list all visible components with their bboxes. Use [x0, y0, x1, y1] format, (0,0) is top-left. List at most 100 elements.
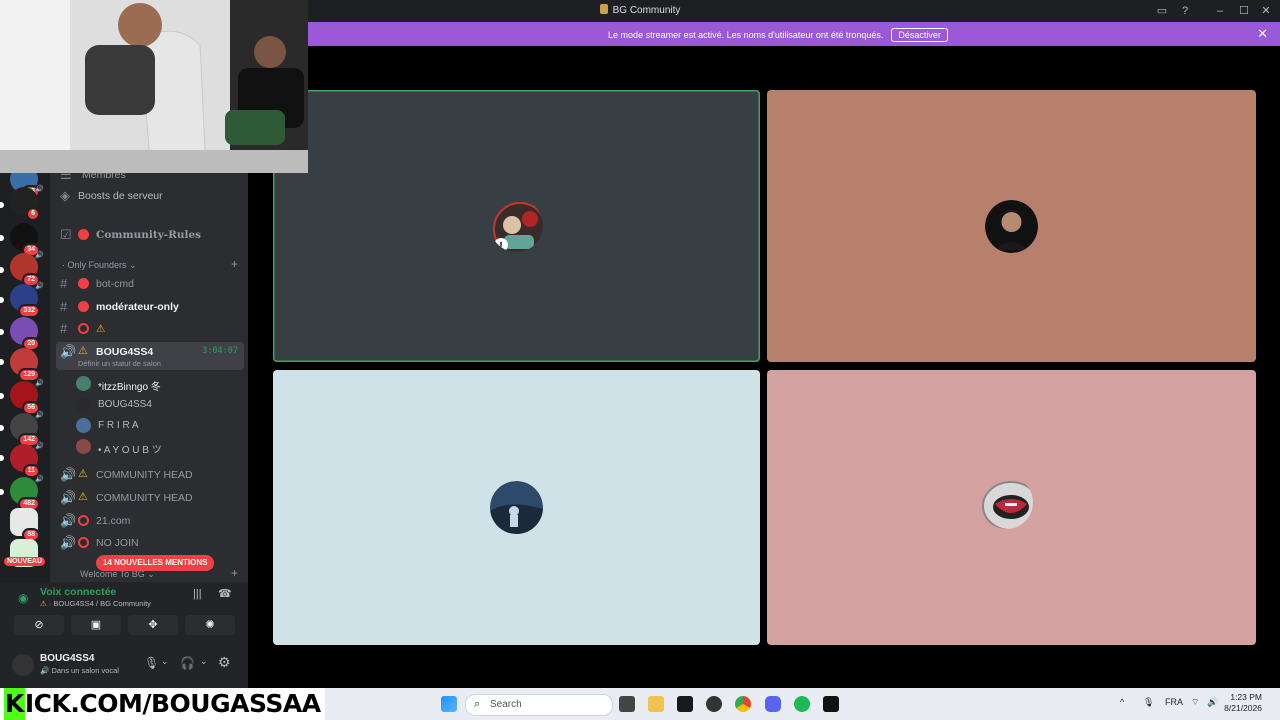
windows-start-icon[interactable]: [441, 696, 457, 712]
participant-tile[interactable]: [767, 370, 1256, 645]
kick-url: KICK.COM/BOUGASSAA: [4, 688, 321, 720]
channel-community-head[interactable]: 🔊 ⚠ COMMUNITY HEAD: [56, 488, 244, 508]
set-channel-status[interactable]: Définir un statut de salon: [78, 359, 161, 368]
channel-21-com[interactable]: 🔊 21.com: [56, 511, 244, 531]
server-logo-icon: [599, 4, 608, 14]
disconnect-icon[interactable]: ☎: [218, 587, 232, 600]
new-badge: NOUVEAU: [4, 557, 46, 566]
help-icon[interactable]: ?: [1177, 3, 1193, 19]
no-entry-icon: [78, 278, 89, 289]
voice-channel-active[interactable]: 🔊 ⚠ BOUG4SS4 3:04:07 Définir un statut de …: [56, 342, 244, 370]
group-avatar: !: [493, 202, 543, 252]
app-icon[interactable]: [823, 696, 839, 712]
network-icon[interactable]: ⌔: [1191, 697, 1199, 708]
channel-moderateur-only[interactable]: # modérateur-only: [56, 297, 244, 317]
participant-tile[interactable]: [767, 90, 1256, 362]
channel-no-join[interactable]: 🔊 NO JOIN: [56, 533, 244, 553]
user-status: 🔊 Dans un salon vocal: [40, 666, 119, 675]
server-icon[interactable]: 🔊 72: [10, 252, 44, 287]
search-icon: ⌕: [474, 698, 481, 710]
activities-button[interactable]: ✥: [128, 615, 178, 635]
taskbar: ⌕ Search ^ 🎙 FRA ⌔ 🔊 1:23 PM 8/21/2026: [325, 688, 1280, 720]
voice-timer: 3:04:07: [202, 346, 238, 356]
disable-streamer-button[interactable]: Désactiver: [891, 28, 948, 42]
gear-icon[interactable]: ⚙: [218, 654, 231, 671]
server-icon[interactable]: 🔊 11: [10, 443, 44, 478]
noise-suppression-icon[interactable]: |||: [193, 588, 202, 600]
landscape-avatar: [490, 481, 543, 534]
channel-community-head[interactable]: 🔊 ⚠ COMMUNITY HEAD: [56, 465, 244, 485]
channel-warning[interactable]: # ⚠: [56, 319, 244, 339]
server-icon[interactable]: 🔊 332: [10, 283, 44, 318]
app-icon[interactable]: [677, 696, 693, 712]
participant-tile[interactable]: [273, 370, 760, 645]
banner-message: Le mode streamer est activé. Les noms d'…: [608, 30, 884, 40]
screen-share-button[interactable]: ▣: [71, 615, 121, 635]
no-entry-icon: [78, 301, 89, 312]
file-explorer-icon[interactable]: [648, 696, 664, 712]
discord-icon[interactable]: [765, 696, 781, 712]
streamer-mode-banner: Le mode streamer est activé. Les noms d'…: [308, 22, 1280, 46]
voice-member[interactable]: BOUG4SS4: [76, 395, 244, 415]
channel-list: ☰ Membres ◈ Boosts de serveur ☑ Community-R…: [50, 173, 248, 588]
block-icon: [78, 537, 89, 548]
chevron-down-icon[interactable]: ⌄: [161, 656, 169, 667]
microphone-icon[interactable]: 🎙: [144, 656, 159, 670]
voice-member[interactable]: *itzzBinngo 冬: [76, 374, 244, 394]
server-icon[interactable]: 129: [10, 348, 40, 382]
server-icon[interactable]: 20: [10, 317, 40, 351]
voice-panel: ◉ Voix connectée ⚠ · BOUG4SS4 / BG Commu…: [0, 582, 248, 642]
voice-status[interactable]: Voix connectée: [40, 586, 116, 598]
chevron-up-icon[interactable]: ^: [1120, 697, 1124, 707]
clock[interactable]: 1:23 PM 8/21/2026: [1224, 692, 1262, 714]
server-icon[interactable]: 🔊 142: [10, 412, 44, 447]
add-channel-icon[interactable]: +: [231, 257, 238, 271]
chrome-icon[interactable]: [735, 696, 751, 712]
headphones-icon[interactable]: 🎧: [180, 656, 195, 670]
server-icon[interactable]: 34: [10, 223, 40, 257]
channel-community-rules[interactable]: ☑ Community-Rules: [56, 225, 244, 245]
kick-overlay: KICK.COM/BOUGASSAA: [0, 688, 325, 720]
block-icon: [78, 323, 89, 334]
app-icon[interactable]: [706, 696, 722, 712]
minimize-button[interactable]: –: [1212, 3, 1228, 19]
username: BOUG4SS4: [40, 653, 95, 664]
channel-members[interactable]: ☰ Membres: [56, 173, 244, 185]
inbox-icon[interactable]: ▭: [1154, 3, 1170, 19]
server-icon[interactable]: 🔊 56: [10, 380, 44, 415]
category-only-founders[interactable]: · Only Founders ⌄: [62, 260, 137, 271]
add-channel-icon[interactable]: +: [231, 566, 238, 580]
close-window-button[interactable]: ✕: [1258, 3, 1274, 19]
participant-tile[interactable]: !: [273, 90, 760, 362]
avatar[interactable]: [12, 654, 34, 676]
server-icon[interactable]: 88: [10, 508, 40, 542]
svg-text:!: !: [499, 241, 502, 252]
chevron-down-icon[interactable]: ⌄: [200, 656, 208, 667]
channel-boosts[interactable]: ◈ Boosts de serveur: [56, 186, 244, 206]
mask-avatar: [982, 481, 1033, 529]
soundboard-button[interactable]: ✺: [185, 615, 235, 635]
new-mentions-pill[interactable]: 14 NOUVELLES MENTIONS: [96, 555, 215, 571]
server-icon[interactable]: 🔊 6: [10, 186, 44, 221]
taskbar-search[interactable]: ⌕ Search: [465, 694, 613, 716]
man-avatar: [985, 200, 1038, 253]
signal-icon: ◉: [18, 591, 29, 605]
spotify-icon[interactable]: [794, 696, 810, 712]
voice-stage: !: [248, 46, 1280, 688]
server-icon[interactable]: 🔊 482: [10, 476, 44, 511]
voice-member[interactable]: • A Y O U B ツ: [76, 437, 244, 457]
webcam-overlay: [0, 0, 308, 173]
channel-bot-cmd[interactable]: # bot-cmd: [56, 274, 244, 294]
block-icon: [78, 515, 89, 526]
voice-member[interactable]: F R I R A: [76, 416, 244, 436]
volume-icon[interactable]: 🔊: [1207, 697, 1218, 708]
user-panel: BOUG4SS4 🔊 Dans un salon vocal 🎙 ⌄ 🎧 ⌄ ⚙: [0, 642, 248, 688]
camera-off-button[interactable]: ⊘: [14, 615, 64, 635]
language-indicator[interactable]: FRA: [1165, 697, 1183, 707]
close-banner-icon[interactable]: ✕: [1257, 26, 1268, 42]
maximize-button[interactable]: ☐: [1236, 3, 1252, 19]
server-rail: 63 🔊6 34 🔊72 🔊332 20 129 🔊56 🔊142 🔊11 🔊4…: [0, 165, 50, 588]
task-view-icon[interactable]: [619, 696, 635, 712]
no-entry-icon: [78, 229, 89, 240]
microphone-icon[interactable]: 🎙: [1143, 697, 1154, 708]
